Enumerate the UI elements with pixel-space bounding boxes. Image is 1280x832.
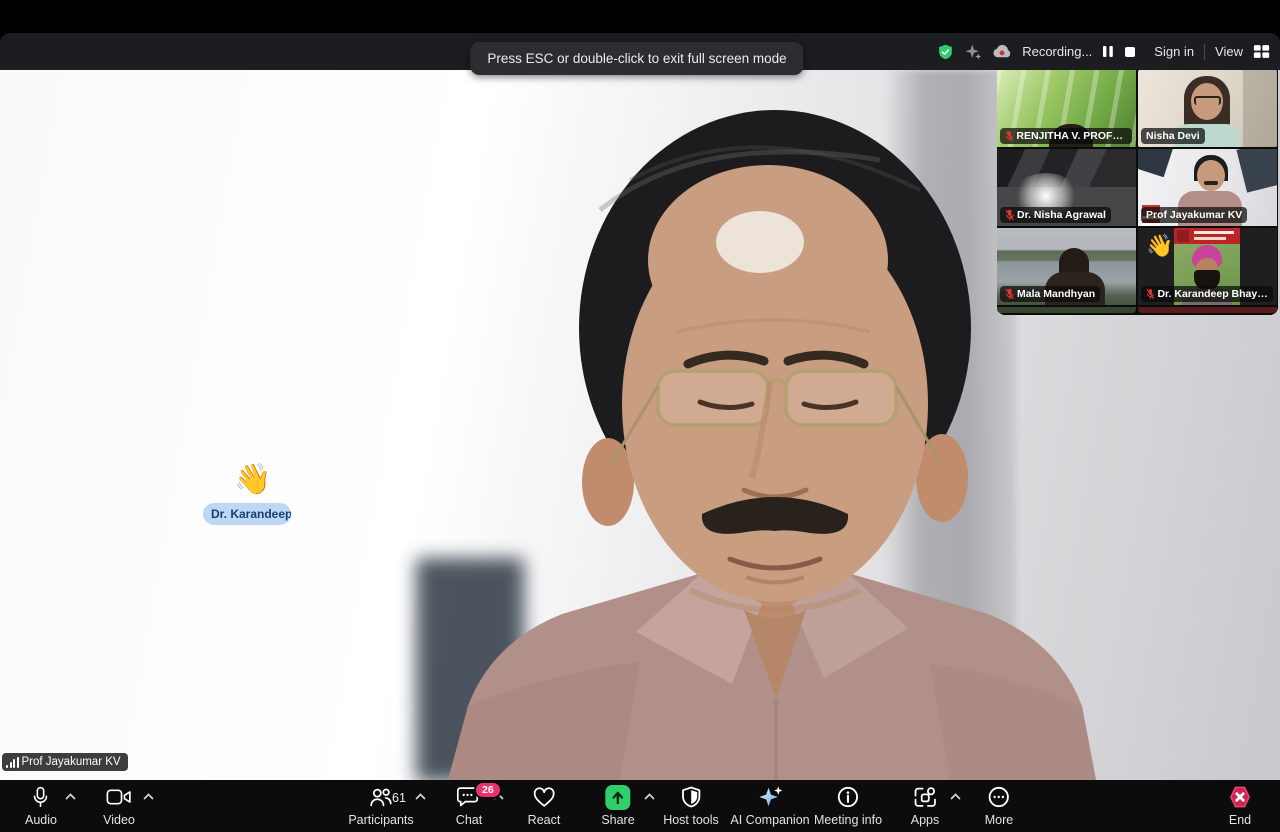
video-options-chevron[interactable] <box>143 793 154 800</box>
sign-in-button[interactable]: Sign in <box>1154 44 1194 59</box>
muted-mic-icon <box>1005 288 1014 300</box>
meeting-info-button[interactable]: Meeting info <box>814 785 882 827</box>
heart-icon <box>533 787 556 808</box>
ai-companion-status-icon <box>964 43 982 61</box>
apps-label: Apps <box>911 813 940 827</box>
host-tools-shield-icon <box>681 786 701 808</box>
apps-chevron[interactable] <box>950 793 961 800</box>
ai-companion-button[interactable]: AI Companion <box>730 785 809 827</box>
video-thumbnail-nisha-devi[interactable]: Nisha Devi <box>1138 70 1277 147</box>
muted-mic-icon <box>1146 288 1154 300</box>
next-row-preview <box>997 307 1278 313</box>
raised-hand-emoji: 👋 <box>1146 234 1173 259</box>
thumbnail-name: Nisha Devi <box>1146 130 1200 142</box>
muted-mic-icon <box>1005 209 1014 221</box>
view-layout-icon[interactable] <box>1253 44 1270 59</box>
zoom-meeting-window: Recording... Sign in View Press ESC or d… <box>0 0 1280 832</box>
thumbnail-name: Dr. Karandeep Bhayana <box>1157 288 1268 300</box>
share-label: Share <box>601 813 634 827</box>
chat-label: Chat <box>456 813 482 827</box>
share-button[interactable]: Share <box>601 785 634 827</box>
participants-count: 61 <box>392 791 406 805</box>
reaction-name-pill: Dr. Karandeep Bh <box>203 503 291 525</box>
end-meeting-button[interactable]: End <box>1228 785 1252 827</box>
participants-label: Participants <box>348 813 413 827</box>
waving-hand-emoji: 👋 <box>203 463 303 497</box>
info-icon <box>837 786 859 808</box>
microphone-icon <box>31 786 50 809</box>
recording-cloud-icon <box>992 44 1012 59</box>
video-thumbnail-karandeep[interactable]: 👋 Dr. Karandeep Bhayana <box>1138 228 1277 305</box>
thumbnail-name: Dr. Nisha Agrawal <box>1017 209 1106 221</box>
more-ellipsis-icon <box>988 786 1010 808</box>
host-tools-button[interactable]: Host tools <box>663 785 719 827</box>
meeting-info-label: Meeting info <box>814 813 882 827</box>
ai-companion-label: AI Companion <box>730 813 809 827</box>
react-label: React <box>528 813 561 827</box>
share-chevron[interactable] <box>644 793 655 800</box>
audio-options-chevron[interactable] <box>65 793 76 800</box>
camera-icon <box>107 788 132 806</box>
host-tools-label: Host tools <box>663 813 719 827</box>
view-button[interactable]: View <box>1215 44 1243 59</box>
encryption-shield-icon <box>937 43 954 61</box>
speaker-name-label: Prof Jayakumar KV <box>2 753 128 771</box>
reaction-overlay: 👋 Dr. Karandeep Bh <box>203 463 303 525</box>
end-label: End <box>1229 813 1251 827</box>
ai-companion-icon <box>757 785 783 809</box>
thumbnail-name: Prof Jayakumar KV <box>1146 209 1242 221</box>
speaker-name-text: Prof Jayakumar KV <box>22 756 121 768</box>
video-thumbnail-nisha-agrawal[interactable]: Dr. Nisha Agrawal <box>997 149 1136 226</box>
more-label: More <box>985 813 1013 827</box>
video-label: Video <box>103 813 135 827</box>
thumbnail-name: RENJITHA V. PROFES... <box>1016 130 1127 142</box>
participants-chevron[interactable] <box>415 793 426 800</box>
more-button[interactable]: More <box>985 785 1013 827</box>
video-thumbnail-renjitha[interactable]: RENJITHA V. PROFES... <box>997 70 1136 147</box>
video-thumbnail-jayakumar[interactable]: Prof Jayakumar KV <box>1138 149 1277 226</box>
meeting-control-toolbar: Audio Video Participants 61 Chat React S… <box>0 780 1280 832</box>
end-meeting-icon <box>1228 785 1252 809</box>
share-screen-icon <box>605 785 630 810</box>
muted-mic-icon <box>1005 130 1013 142</box>
glasses-shape <box>1194 96 1221 105</box>
participants-icon <box>370 787 393 808</box>
stop-recording-button[interactable] <box>1124 46 1136 58</box>
chat-unread-badge: 26 <box>474 781 502 799</box>
audio-level-icon <box>6 757 19 768</box>
audio-label: Audio <box>25 813 57 827</box>
video-thumbnail-mala[interactable]: Mala Mandhyan <box>997 228 1136 305</box>
audio-button[interactable]: Audio <box>25 785 57 827</box>
participants-thumbnail-panel: RENJITHA V. PROFES... Nisha Devi Dr. Nis… <box>997 70 1278 315</box>
react-button[interactable]: React <box>528 785 561 827</box>
apps-button[interactable]: Apps <box>911 785 940 827</box>
fullscreen-exit-tooltip: Press ESC or double-click to exit full s… <box>470 42 803 75</box>
video-button[interactable]: Video <box>103 785 135 827</box>
menu-divider <box>1204 44 1205 60</box>
apps-icon <box>914 786 937 808</box>
recording-label: Recording... <box>1022 44 1092 59</box>
thumbnail-name: Mala Mandhyan <box>1017 288 1095 300</box>
pause-recording-button[interactable] <box>1102 45 1114 58</box>
